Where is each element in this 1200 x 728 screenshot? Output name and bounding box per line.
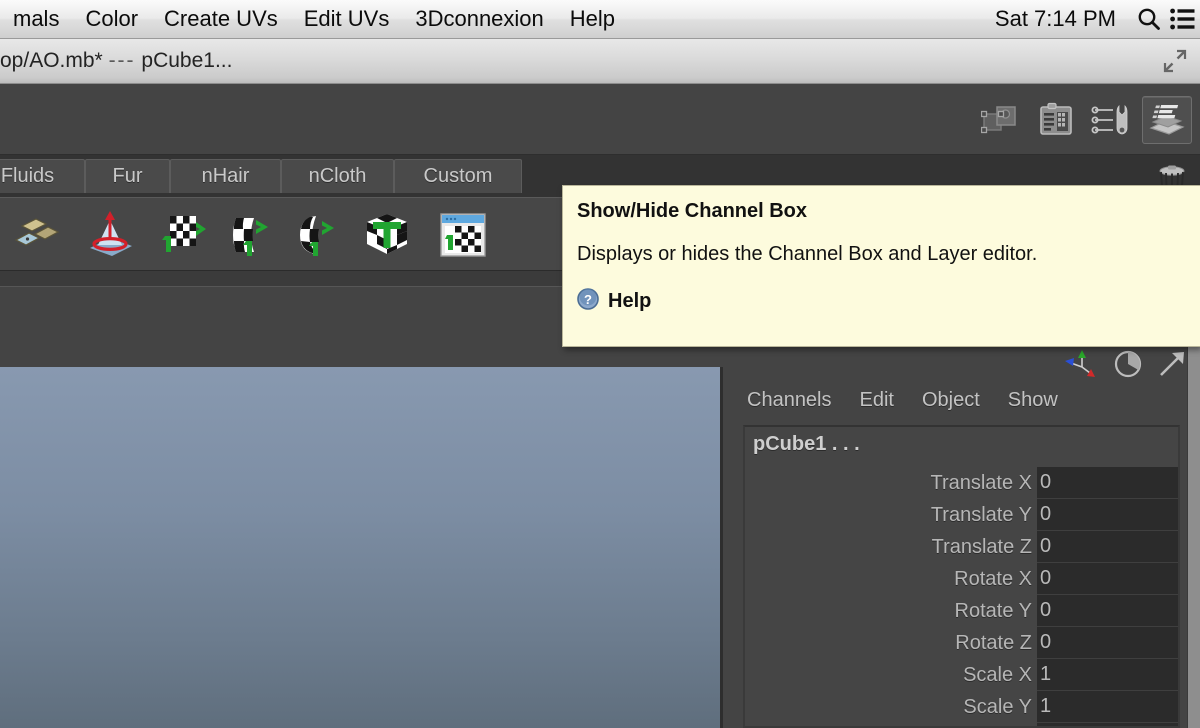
channel-box-attribute-rows: Translate X 0 Translate Y 0 Translate Z … <box>745 467 1178 726</box>
cb-menu-edit[interactable]: Edit <box>860 389 894 412</box>
os-clock[interactable]: Sat 7:14 PM <box>979 6 1132 32</box>
shelf-tab-nhair[interactable]: nHair <box>170 159 281 193</box>
channel-box-menu-bar: Channels Edit Object Show <box>747 389 1058 412</box>
shelf-icon-surface-revolve[interactable] <box>84 208 138 262</box>
channel-label: Scale X <box>963 663 1032 686</box>
channel-value-field[interactable]: 0 <box>1037 499 1178 531</box>
channel-value-field[interactable]: 1 <box>1037 723 1178 726</box>
channel-value-field[interactable]: 0 <box>1037 467 1178 499</box>
os-menu-item-0[interactable]: mals <box>0 0 72 38</box>
arrow-icon[interactable] <box>1154 347 1190 386</box>
title-selection: pCube1... <box>141 49 233 72</box>
os-menu-item-5[interactable]: Help <box>557 0 628 38</box>
modeling-toolkit-button[interactable] <box>977 97 1025 143</box>
os-menu-bar: mals Color Create UVs Edit UVs 3Dconnexi… <box>0 0 1200 39</box>
channel-label: Scale Y <box>963 695 1032 718</box>
question-mark-icon: ? <box>577 288 599 315</box>
channel-label: Translate Y <box>930 503 1032 526</box>
shelf-icon-uv-automatic-map[interactable] <box>360 208 414 262</box>
cb-menu-channels[interactable]: Channels <box>747 389 832 412</box>
channel-value-field[interactable]: 0 <box>1037 563 1178 595</box>
channel-row-scale-x[interactable]: Scale X 1 <box>745 659 1178 691</box>
channel-row-translate-y[interactable]: Translate Y 0 <box>745 499 1178 531</box>
channel-value-field[interactable]: 0 <box>1037 627 1178 659</box>
shelf-icon-uv-texture-editor[interactable] <box>436 208 490 262</box>
channel-label: Rotate X <box>954 567 1032 590</box>
attribute-editor-button[interactable] <box>1032 97 1080 143</box>
channel-row-scale-z[interactable]: Scale Z 1 <box>745 723 1178 726</box>
channel-label: Rotate Y <box>954 599 1032 622</box>
axis-gizmo-icon[interactable] <box>1062 347 1102 386</box>
cb-menu-show[interactable]: Show <box>1008 389 1058 412</box>
viewport-gizmo-group <box>1062 347 1190 386</box>
channel-row-translate-z[interactable]: Translate Z 0 <box>745 531 1178 563</box>
application-window: mals Color Create UVs Edit UVs 3Dconnexi… <box>0 0 1200 728</box>
search-icon[interactable] <box>1132 0 1166 38</box>
title-separator: --- <box>108 49 136 72</box>
channel-box-list: pCube1 . . . Translate X 0 Translate Y 0… <box>743 425 1180 728</box>
shelf-icon-polygon-faces[interactable] <box>10 208 64 262</box>
application-title-bar: op/AO.mb* --- pCube1... <box>0 39 1200 84</box>
window-title: op/AO.mb* --- pCube1... <box>0 49 232 73</box>
maya-tool-strip <box>0 84 1200 155</box>
os-menu-item-1[interactable]: Color <box>72 0 151 38</box>
channel-value-field[interactable]: 0 <box>1037 595 1178 627</box>
cb-menu-object[interactable]: Object <box>922 389 980 412</box>
shelf-icon-uv-cylindrical-map[interactable] <box>222 208 276 262</box>
channel-label: Translate X <box>930 471 1032 494</box>
channel-row-scale-y[interactable]: Scale Y 1 <box>745 691 1178 723</box>
channel-row-rotate-x[interactable]: Rotate X 0 <box>745 563 1178 595</box>
shelf-tab-custom[interactable]: Custom <box>394 159 522 193</box>
channel-box-scrollbar[interactable] <box>1187 347 1200 728</box>
shelf-tab-fluids[interactable]: Fluids <box>0 159 85 193</box>
svg-text:?: ? <box>584 292 592 307</box>
tooltip-help-link[interactable]: ? Help <box>577 288 1200 315</box>
channel-label: Rotate Z <box>955 631 1032 654</box>
shelf-icon-uv-planar-map[interactable] <box>155 208 209 262</box>
channel-row-rotate-z[interactable]: Rotate Z 0 <box>745 627 1178 659</box>
list-icon[interactable] <box>1166 0 1200 38</box>
title-file-path: op/AO.mb* <box>0 49 103 72</box>
tooltip-title: Show/Hide Channel Box <box>577 200 808 222</box>
shelf-tab-ncloth[interactable]: nCloth <box>281 159 394 193</box>
channel-row-translate-x[interactable]: Translate X 0 <box>745 467 1178 499</box>
3d-viewport[interactable] <box>0 367 720 728</box>
shelf-icon-uv-spherical-map[interactable] <box>290 208 344 262</box>
shelf-tab-fur[interactable]: Fur <box>85 159 170 193</box>
panel-toggle-group <box>977 96 1192 144</box>
channel-box-panel: Channels Edit Object Show pCube1 . . . T… <box>723 347 1200 728</box>
channel-row-rotate-y[interactable]: Rotate Y 0 <box>745 595 1178 627</box>
os-menu-item-2[interactable]: Create UVs <box>151 0 291 38</box>
tooltip-popup: Show/Hide Channel Box Displays or hides … <box>562 185 1200 347</box>
os-menu-item-4[interactable]: 3Dconnexion <box>402 0 556 38</box>
expand-arrows-icon[interactable] <box>1162 48 1188 74</box>
channel-label: Translate Z <box>931 535 1032 558</box>
channel-box-layer-editor-button[interactable] <box>1142 96 1192 144</box>
channel-value-field[interactable]: 1 <box>1037 691 1178 723</box>
circle-icon[interactable] <box>1110 347 1146 386</box>
channel-value-field[interactable]: 0 <box>1037 531 1178 563</box>
tooltip-description: Displays or hides the Channel Box and La… <box>577 243 1038 265</box>
channel-box-object-name: pCube1 . . . <box>753 433 860 455</box>
tool-settings-button[interactable] <box>1087 97 1135 143</box>
tooltip-help-label: Help <box>608 290 652 312</box>
os-menu-item-3[interactable]: Edit UVs <box>291 0 403 38</box>
channel-value-field[interactable]: 1 <box>1037 659 1178 691</box>
